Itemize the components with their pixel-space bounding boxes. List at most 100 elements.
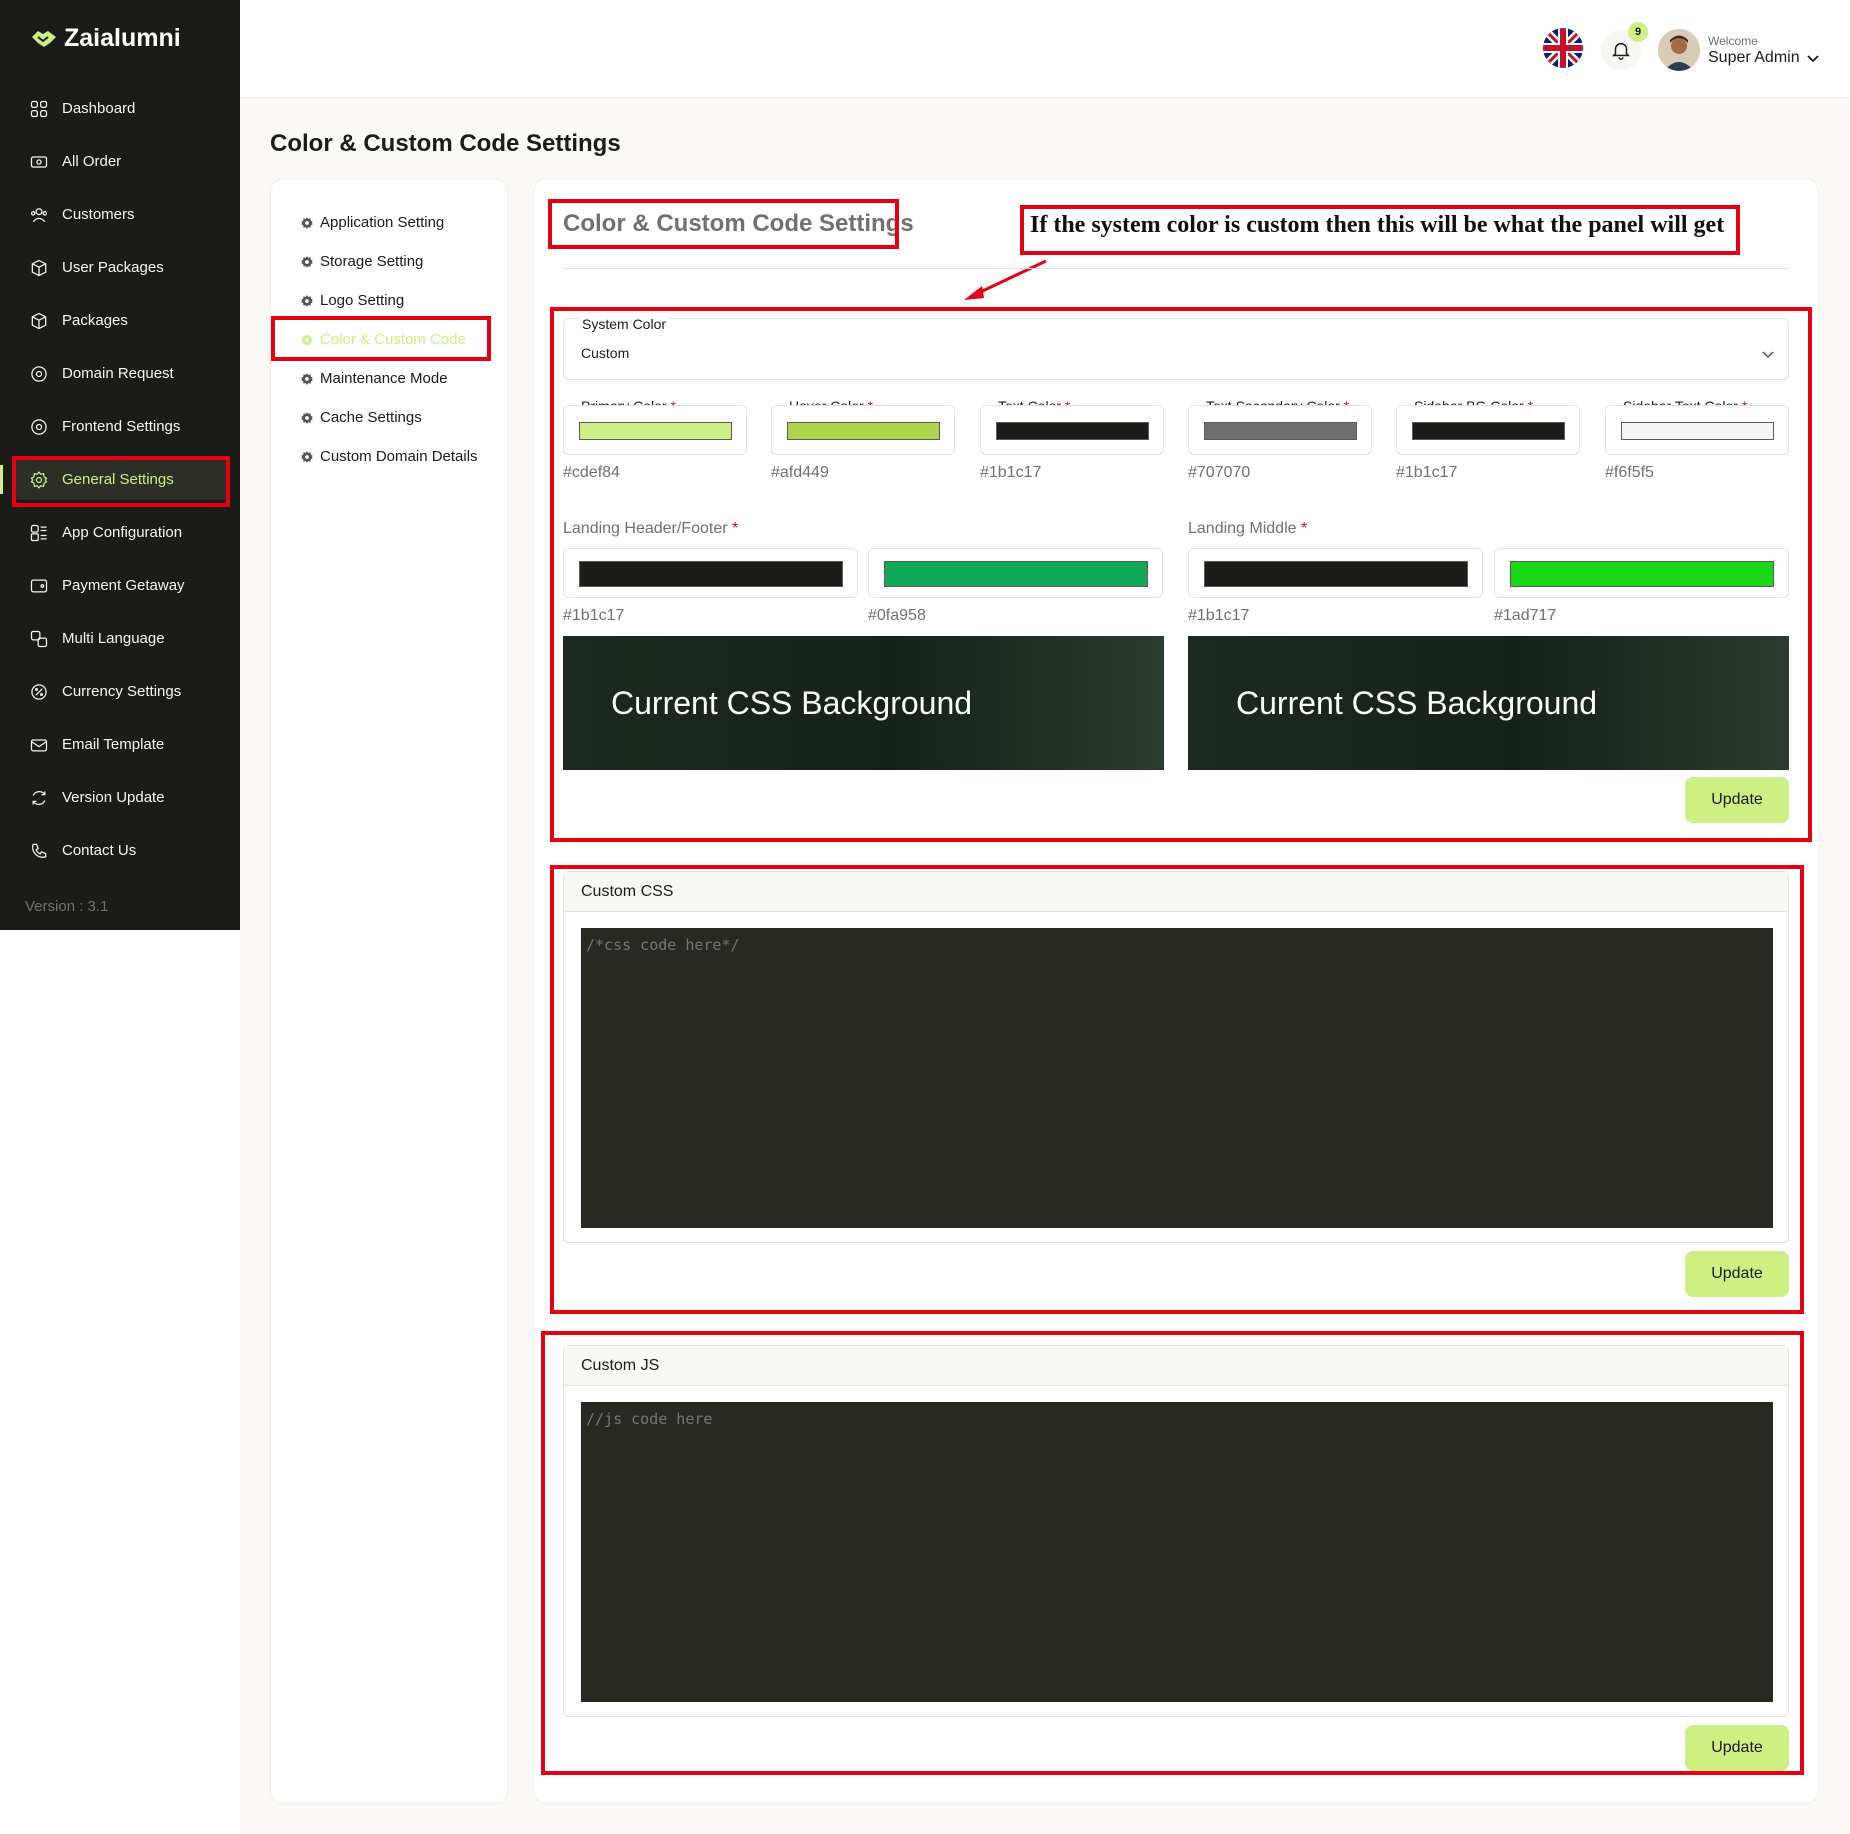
- sidebar-item-label: App Configuration: [62, 524, 183, 541]
- settings-item-logo-setting[interactable]: Logo Setting: [300, 292, 404, 309]
- primary-color-swatch[interactable]: [579, 422, 732, 440]
- update-colors-button[interactable]: Update: [1685, 777, 1789, 823]
- landing-header-footer-color-2-hex: #0fa958: [868, 607, 926, 624]
- gear-icon: [301, 411, 313, 424]
- hover-color-swatch[interactable]: [787, 422, 940, 440]
- sidebar-item-domain-request[interactable]: Domain Request: [0, 347, 240, 400]
- sidebar-bg-color-swatch[interactable]: [1412, 422, 1565, 440]
- page-title: Color & Custom Code Settings: [270, 130, 621, 157]
- settings-item-label: Custom Domain Details: [320, 448, 478, 465]
- system-color-label: System Color: [580, 316, 669, 332]
- sidebar-item-customers[interactable]: Customers: [0, 188, 240, 241]
- sidebar-item-label: Payment Getaway: [62, 577, 185, 594]
- landing-header-footer-color-1-hex: #1b1c17: [563, 607, 625, 624]
- custom-js-editor[interactable]: [581, 1402, 1773, 1702]
- landing-header-footer-color-1-swatch[interactable]: [579, 561, 843, 587]
- sidebar-item-multi-language[interactable]: Multi Language: [0, 612, 240, 665]
- notification-badge: 9: [1628, 22, 1648, 42]
- phone-icon: [28, 840, 50, 862]
- package-icon: [28, 310, 50, 332]
- sidebar-item-label: Domain Request: [62, 365, 174, 382]
- sidebar-item-email-template[interactable]: Email Template: [0, 718, 240, 771]
- settings-item-label: Maintenance Mode: [320, 370, 448, 387]
- package-icon: [28, 257, 50, 279]
- landing-middle-color-1-swatch[interactable]: [1204, 561, 1468, 587]
- chevron-down-icon[interactable]: [1805, 50, 1821, 66]
- sidebar-item-label: Packages: [62, 312, 128, 329]
- sidebar-item-frontend-settings[interactable]: Frontend Settings: [0, 400, 240, 453]
- gear-icon: [301, 450, 313, 463]
- landing-header-footer-preview: Current CSS Background: [563, 636, 1164, 770]
- sidebar-item-packages[interactable]: Packages: [0, 294, 240, 347]
- annotation-note: If the system color is custom then this …: [1030, 212, 1725, 238]
- sidebar-item-currency-settings[interactable]: Currency Settings: [0, 665, 240, 718]
- sidebar-item-version-update[interactable]: Version Update: [0, 771, 240, 824]
- sidebar-item-app-configuration[interactable]: App Configuration: [0, 506, 240, 559]
- gear-icon: [301, 372, 313, 385]
- custom-css-title: Custom CSS: [564, 872, 1788, 912]
- landing-middle-preview: Current CSS Background: [1188, 636, 1789, 770]
- settings-item-label: Storage Setting: [320, 253, 424, 270]
- app-config-icon: [28, 522, 50, 544]
- chevron-down-icon[interactable]: [1760, 346, 1776, 362]
- gear-icon: [301, 294, 313, 307]
- sidebar-item-label: Dashboard: [62, 100, 136, 117]
- landing-middle-color-2-swatch[interactable]: [1510, 561, 1774, 587]
- sidebar-item-label: Email Template: [62, 736, 165, 753]
- landing-header-footer-color-2-swatch[interactable]: [884, 561, 1148, 587]
- sidebar-item-payment-getaway[interactable]: Payment Getaway: [0, 559, 240, 612]
- avatar[interactable]: [1658, 29, 1700, 71]
- landing-middle-label: Landing Middle *: [1188, 520, 1308, 537]
- landing-header-footer-label: Landing Header/Footer *: [563, 520, 739, 537]
- custom-js-card: Custom JS: [563, 1345, 1789, 1717]
- refresh-icon: [28, 787, 50, 809]
- settings-item-application-setting[interactable]: Application Setting: [300, 214, 444, 231]
- annotation-box-title: [548, 199, 899, 249]
- custom-css-card: Custom CSS: [563, 871, 1789, 1243]
- settings-item-label: Cache Settings: [320, 409, 422, 426]
- sidebar-text-color-hex: #f6f5f5: [1605, 464, 1654, 481]
- update-js-button[interactable]: Update: [1685, 1725, 1789, 1771]
- custom-js-title: Custom JS: [564, 1346, 1788, 1386]
- text-secondary-color-swatch[interactable]: [1204, 422, 1357, 440]
- welcome-text: Welcome: [1708, 34, 1758, 48]
- sidebar-item-label: All Order: [62, 153, 122, 170]
- uk-flag-icon[interactable]: [1543, 28, 1583, 68]
- page: Zaialumni Dashboard All Order Customers Use…: [0, 0, 1850, 1834]
- settings-item-storage-setting[interactable]: Storage Setting: [300, 253, 423, 270]
- domain-icon: [28, 363, 50, 385]
- sidebar-text-color-swatch[interactable]: [1621, 422, 1774, 440]
- settings-item-maintenance-mode[interactable]: Maintenance Mode: [300, 370, 448, 387]
- sidebar-bg-color-hex: #1b1c17: [1396, 464, 1458, 481]
- sidebar-item-label: Currency Settings: [62, 683, 182, 700]
- dashboard-icon: [28, 98, 50, 120]
- brand[interactable]: Zaialumni: [30, 24, 181, 53]
- annotation-arrow-icon: [964, 259, 1047, 300]
- sidebar-item-dashboard[interactable]: Dashboard: [0, 82, 240, 135]
- customers-icon: [28, 204, 50, 226]
- sidebar-item-user-packages[interactable]: User Packages: [0, 241, 240, 294]
- update-css-button[interactable]: Update: [1685, 1251, 1789, 1297]
- text-secondary-color-hex: #707070: [1188, 464, 1251, 481]
- sidebar-item-all-order[interactable]: All Order: [0, 135, 240, 188]
- brand-name: Zaialumni: [64, 24, 181, 52]
- system-color-value[interactable]: Custom: [581, 345, 629, 361]
- email-icon: [28, 734, 50, 756]
- currency-icon: [28, 681, 50, 703]
- system-color-select[interactable]: [563, 318, 1789, 380]
- panel-divider: [563, 268, 1789, 269]
- sidebar-item-label: Customers: [62, 206, 135, 223]
- user-name[interactable]: Super Admin: [1708, 49, 1800, 67]
- gear-icon: [28, 469, 50, 491]
- hover-color-hex: #afd449: [771, 464, 829, 481]
- settings-item-cache-settings[interactable]: Cache Settings: [300, 409, 422, 426]
- custom-css-editor[interactable]: [581, 928, 1773, 1228]
- landing-middle-color-1-hex: #1b1c17: [1188, 607, 1250, 624]
- sidebar-item-contact-us[interactable]: Contact Us: [0, 824, 240, 877]
- text-color-hex: #1b1c17: [980, 464, 1042, 481]
- text-color-swatch[interactable]: [996, 422, 1149, 440]
- settings-item-custom-domain-details[interactable]: Custom Domain Details: [300, 448, 478, 465]
- primary-color-hex: #cdef84: [563, 464, 620, 481]
- language-icon: [28, 628, 50, 650]
- wallet-icon: [28, 575, 50, 597]
